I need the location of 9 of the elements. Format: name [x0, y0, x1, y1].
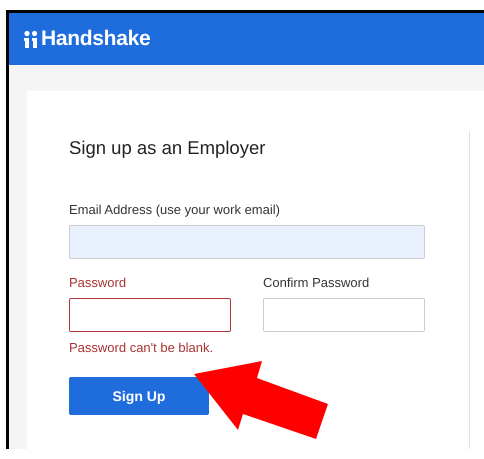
logo-text: Handshake [41, 27, 150, 51]
input-field[interactable] [69, 298, 231, 332]
field-label: Confirm Password [263, 275, 370, 290]
field-label: Email Address (use your work email) [69, 202, 281, 217]
sign-up-button[interactable]: Sign Up [69, 377, 209, 415]
field-label: Password [69, 275, 128, 290]
error-message: Password can't be blank. [69, 340, 214, 355]
form-title: Sign up as an Employer [69, 137, 266, 159]
logo-icon [24, 30, 38, 48]
